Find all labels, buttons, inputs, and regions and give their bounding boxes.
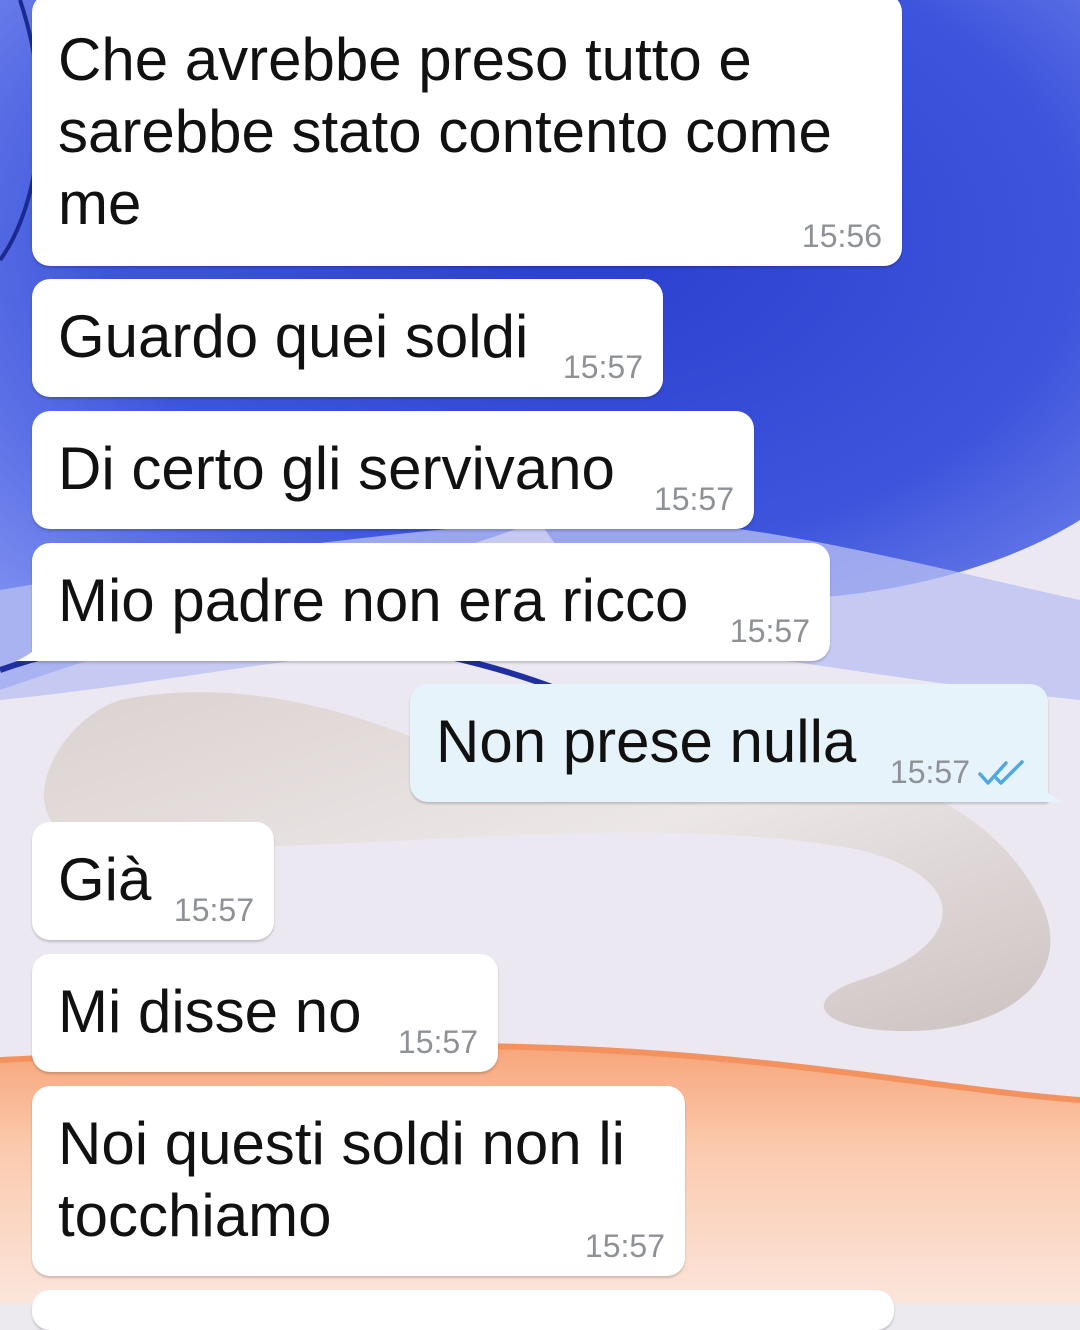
incoming-message[interactable]: Noi questi soldi non li tocchiamo 15:57 [32,1086,685,1276]
message-timestamp: 15:56 [801,218,882,254]
incoming-message[interactable]: Mi disse no 15:57 [32,954,498,1072]
message-timestamp: 15:57 [653,481,734,517]
incoming-message[interactable]: Che avrebbe preso tutto e sarebbe stato … [32,0,902,266]
double-check-icon [978,760,1024,785]
message-timestamp: 15:57 [397,1024,478,1060]
incoming-message-partial[interactable] [32,1290,894,1330]
incoming-message[interactable]: Guardo quei soldi 15:57 [32,279,663,397]
incoming-message[interactable]: Già 15:57 [32,822,274,940]
chat-message-list[interactable]: Che avrebbe preso tutto e sarebbe stato … [0,0,1080,1330]
outgoing-message[interactable]: Non prese nulla 15:57 [410,684,1064,802]
message-timestamp: 15:57 [584,1228,665,1264]
message-text: Mio padre non era ricco [58,567,689,634]
bubble-tail [16,637,46,661]
incoming-message[interactable]: Mio padre non era ricco 15:57 [16,543,830,661]
bubble-tail [1034,778,1064,802]
incoming-message[interactable]: Di certo gli servivano 15:57 [32,411,754,529]
message-timestamp: 15:57 [562,349,643,385]
message-timestamp: 15:57 [173,892,254,928]
message-timestamp: 15:57 [889,754,970,790]
message-text: Che avrebbe preso tutto e sarebbe stato … [58,26,849,237]
message-text: Di certo gli servivano [58,435,615,502]
message-timestamp: 15:57 [729,613,810,649]
message-text: Noi questi soldi non li tocchiamo [58,1110,642,1249]
message-text: Guardo quei soldi [58,303,529,370]
